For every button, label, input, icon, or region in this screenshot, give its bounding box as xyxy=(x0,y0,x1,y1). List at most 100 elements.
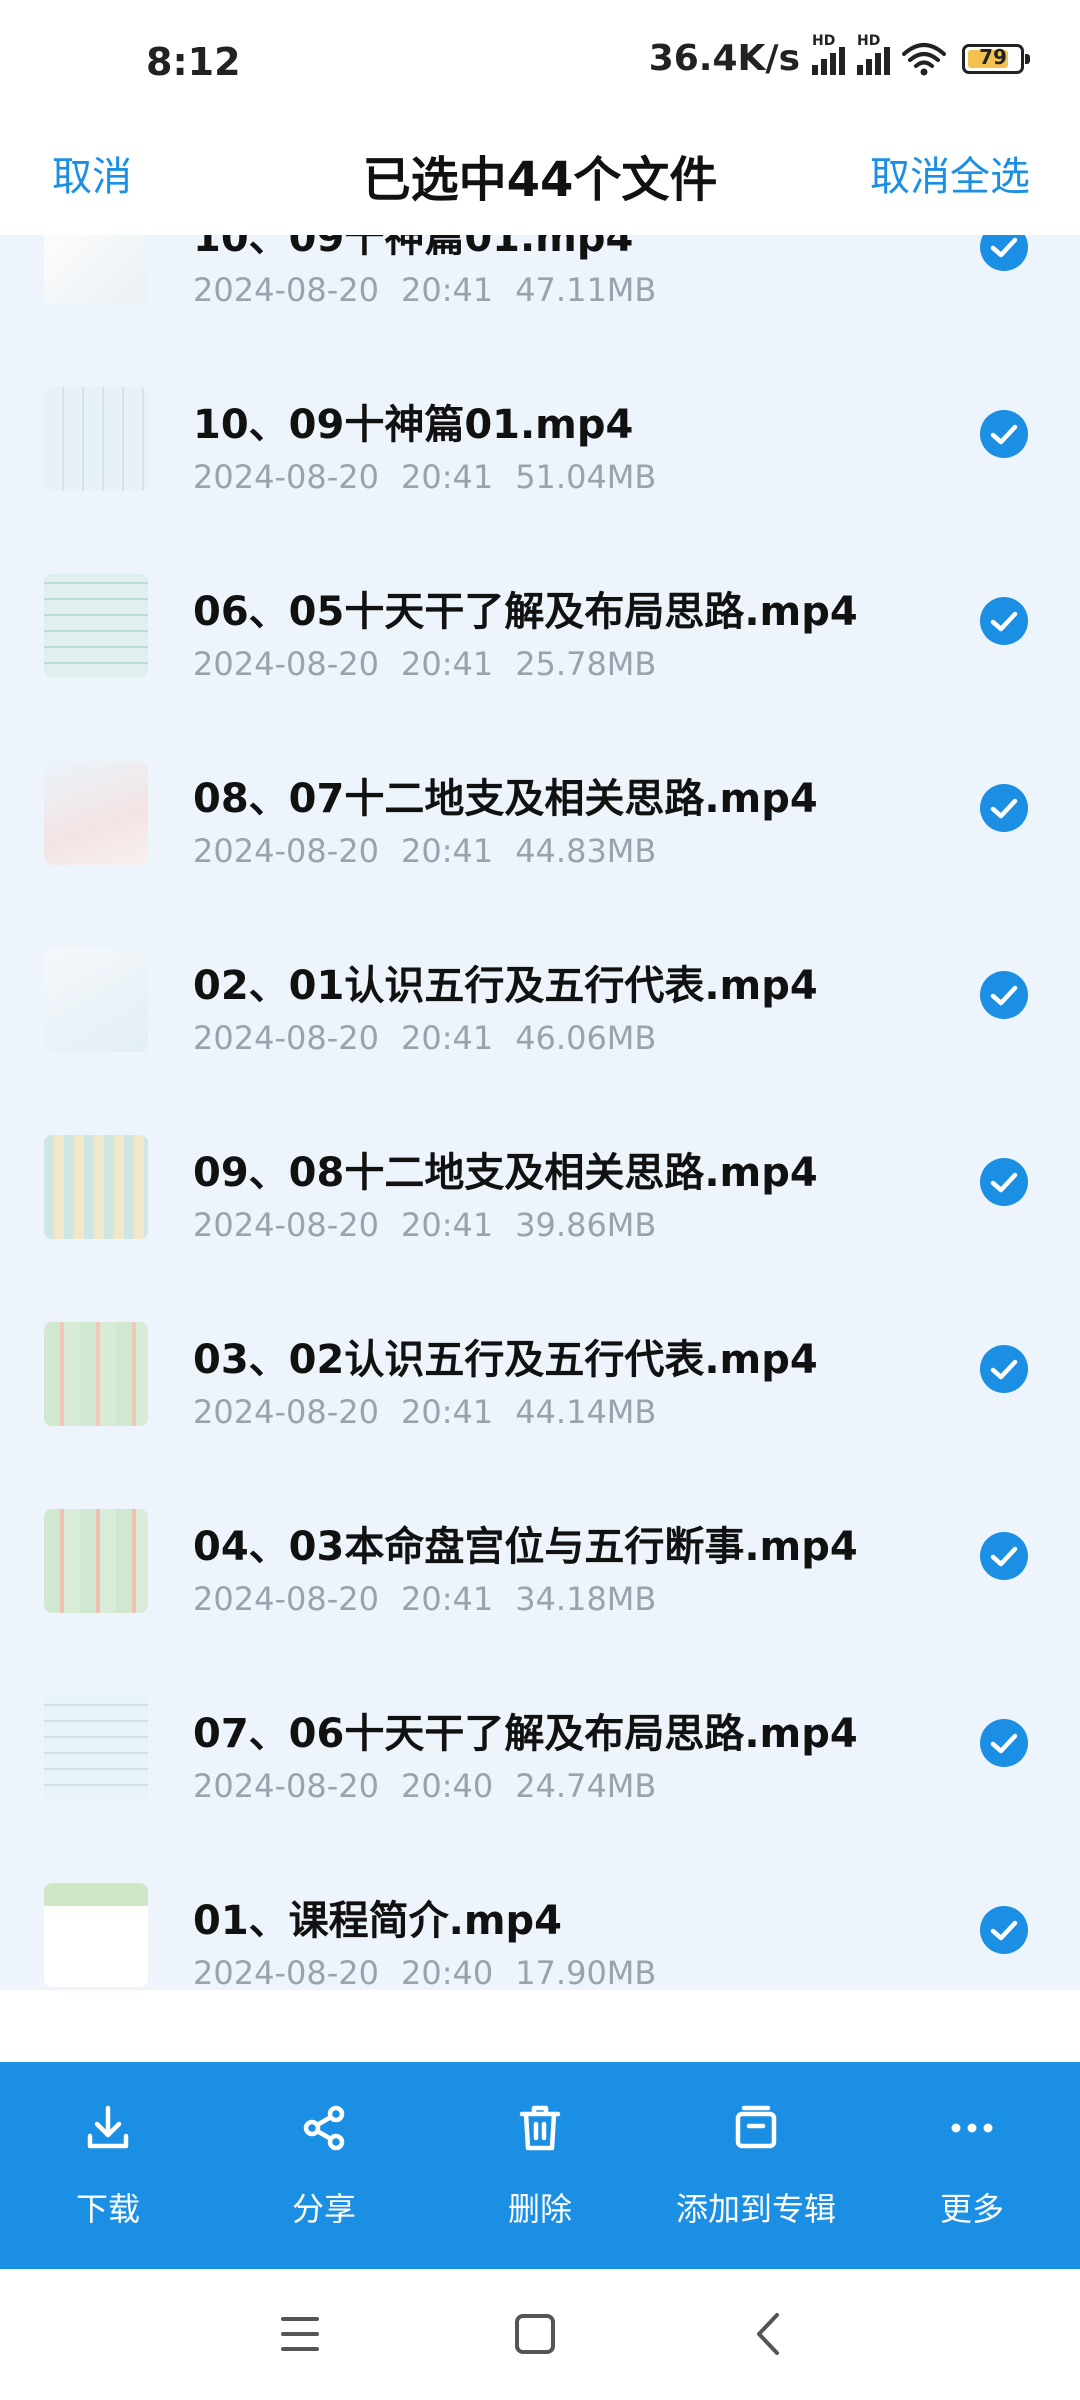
file-meta: 2024-08-20 20:41 25.78MB xyxy=(193,645,656,683)
video-thumbnail xyxy=(44,761,148,865)
file-row[interactable]: 07、06十天干了解及布局思路.mp4 2024-08-20 20:40 24.74M… xyxy=(0,1681,1080,1868)
file-time: 20:41 xyxy=(400,1580,494,1618)
status-bar: 8:12 36.4K/s HD HD 79 xyxy=(0,0,1080,130)
file-name: 04、03本命盘宫位与五行断事.mp4 xyxy=(193,1524,858,1570)
file-row[interactable]: 10、09十神篇01.mp4 2024-08-20 20:41 51.04MB xyxy=(0,372,1080,559)
menu-icon[interactable] xyxy=(265,2299,335,2369)
deselect-all-button[interactable]: 取消全选 xyxy=(870,144,1030,202)
status-icons: 36.4K/s HD HD 79 xyxy=(649,33,1030,79)
file-time: 20:40 xyxy=(400,1767,494,1805)
back-icon[interactable] xyxy=(735,2299,805,2369)
file-date: 2024-08-20 xyxy=(193,1206,379,1244)
file-meta: 2024-08-20 20:41 46.06MB xyxy=(193,1019,656,1057)
file-size: 47.11MB xyxy=(515,271,657,309)
file-row[interactable]: 01、课程简介.mp4 2024-08-20 20:40 17.90MB xyxy=(0,1868,1080,1990)
more-icon xyxy=(951,2123,993,2133)
file-time: 20:41 xyxy=(400,645,494,683)
file-list: 10、09十神篇01.mp4 2024-08-20 20:41 47.11MB 10、0… xyxy=(0,235,1080,1990)
selected-check-icon[interactable] xyxy=(980,597,1028,645)
video-thumbnail xyxy=(44,387,148,491)
file-row[interactable]: 09、08十二地支及相关思路.mp4 2024-08-20 20:41 39.86MB xyxy=(0,1120,1080,1307)
video-thumbnail xyxy=(44,1696,148,1800)
file-time: 20:40 xyxy=(400,1954,494,1990)
file-name: 06、05十天干了解及布局思路.mp4 xyxy=(193,589,858,635)
signal-icon-1: HD xyxy=(812,33,845,75)
file-size: 44.14MB xyxy=(515,1393,657,1431)
home-icon[interactable] xyxy=(500,2299,570,2369)
selected-check-icon[interactable] xyxy=(980,784,1028,832)
file-time: 20:41 xyxy=(400,832,494,870)
file-time: 20:41 xyxy=(400,1393,494,1431)
delete-icon xyxy=(519,2105,561,2151)
file-row[interactable]: 02、01认识五行及五行代表.mp4 2024-08-20 20:41 46.06MB xyxy=(0,933,1080,1120)
file-row[interactable]: 08、07十二地支及相关思路.mp4 2024-08-20 20:41 44.83MB xyxy=(0,746,1080,933)
selected-check-icon[interactable] xyxy=(980,971,1028,1019)
file-date: 2024-08-20 xyxy=(193,1767,379,1805)
toolbar-label: 更多 xyxy=(939,2190,1004,2228)
file-list-container[interactable]: 10、09十神篇01.mp4 2024-08-20 20:41 47.11MB 10、0… xyxy=(0,235,1080,1990)
file-time: 20:41 xyxy=(400,1206,494,1244)
file-time: 20:41 xyxy=(400,458,494,496)
file-row[interactable]: 10、09十神篇01.mp4 2024-08-20 20:41 47.11MB xyxy=(0,235,1080,372)
video-thumbnail xyxy=(44,1322,148,1426)
file-meta: 2024-08-20 20:41 34.18MB xyxy=(193,1580,656,1618)
wifi-icon xyxy=(902,42,946,75)
system-nav-bar xyxy=(0,2269,1080,2400)
battery-icon: 79 xyxy=(962,43,1030,74)
file-meta: 2024-08-20 20:41 44.14MB xyxy=(193,1393,656,1431)
add-to-album-button[interactable]: 添加到专辑 xyxy=(648,2062,864,2269)
more-button[interactable]: 更多 xyxy=(864,2062,1080,2269)
file-name: 02、01认识五行及五行代表.mp4 xyxy=(193,963,818,1009)
action-toolbar: 下载 分享 删除 添加到专辑 更多 xyxy=(0,2062,1080,2269)
file-size: 17.90MB xyxy=(515,1954,657,1990)
file-row[interactable]: 03、02认识五行及五行代表.mp4 2024-08-20 20:41 44.14MB xyxy=(0,1307,1080,1494)
file-date: 2024-08-20 xyxy=(193,832,379,870)
file-name: 10、09十神篇01.mp4 xyxy=(193,235,634,261)
hd-label: HD xyxy=(857,32,881,49)
video-thumbnail xyxy=(44,1509,148,1613)
file-row[interactable]: 04、03本命盘宫位与五行断事.mp4 2024-08-20 20:41 34.18M… xyxy=(0,1494,1080,1681)
video-thumbnail xyxy=(44,948,148,1052)
add-to-album-icon xyxy=(735,2105,777,2149)
selected-check-icon[interactable] xyxy=(980,1906,1028,1954)
selected-check-icon[interactable] xyxy=(980,1532,1028,1580)
download-button[interactable]: 下载 xyxy=(0,2062,216,2269)
file-meta: 2024-08-20 20:41 47.11MB xyxy=(193,271,656,309)
video-thumbnail xyxy=(44,1883,148,1987)
toolbar-label: 删除 xyxy=(507,2190,572,2228)
file-date: 2024-08-20 xyxy=(193,645,379,683)
file-name: 10、09十神篇01.mp4 xyxy=(193,402,634,448)
delete-button[interactable]: 删除 xyxy=(432,2062,648,2269)
selected-check-icon[interactable] xyxy=(980,235,1028,271)
download-icon xyxy=(87,2105,129,2149)
file-date: 2024-08-20 xyxy=(193,271,379,309)
file-meta: 2024-08-20 20:40 17.90MB xyxy=(193,1954,656,1990)
file-row[interactable]: 06、05十天干了解及布局思路.mp4 2024-08-20 20:41 25.78M… xyxy=(0,559,1080,746)
video-thumbnail xyxy=(44,235,148,304)
toolbar-label: 分享 xyxy=(291,2190,356,2228)
file-meta: 2024-08-20 20:41 44.83MB xyxy=(193,832,656,870)
file-name: 08、07十二地支及相关思路.mp4 xyxy=(193,776,818,822)
selected-check-icon[interactable] xyxy=(980,1719,1028,1767)
file-size: 34.18MB xyxy=(515,1580,657,1618)
hd-label: HD xyxy=(812,32,836,49)
toolbar-label: 添加到专辑 xyxy=(675,2190,836,2228)
file-meta: 2024-08-20 20:41 39.86MB xyxy=(193,1206,656,1244)
selected-check-icon[interactable] xyxy=(980,1158,1028,1206)
file-name: 09、08十二地支及相关思路.mp4 xyxy=(193,1150,818,1196)
share-button[interactable]: 分享 xyxy=(216,2062,432,2269)
file-size: 51.04MB xyxy=(515,458,657,496)
battery-level: 79 xyxy=(979,44,1007,69)
toolbar-label: 下载 xyxy=(75,2190,140,2228)
video-thumbnail xyxy=(44,1135,148,1239)
file-meta: 2024-08-20 20:40 24.74MB xyxy=(193,1767,656,1805)
file-date: 2024-08-20 xyxy=(193,1019,379,1057)
selection-header: 取消 已选中44个文件 取消全选 xyxy=(0,130,1080,235)
file-date: 2024-08-20 xyxy=(193,458,379,496)
share-icon xyxy=(303,2105,345,2151)
selected-check-icon[interactable] xyxy=(980,1345,1028,1393)
selected-check-icon[interactable] xyxy=(980,410,1028,458)
status-time: 8:12 xyxy=(146,40,241,84)
file-name: 03、02认识五行及五行代表.mp4 xyxy=(193,1337,818,1383)
file-size: 24.74MB xyxy=(515,1767,657,1805)
